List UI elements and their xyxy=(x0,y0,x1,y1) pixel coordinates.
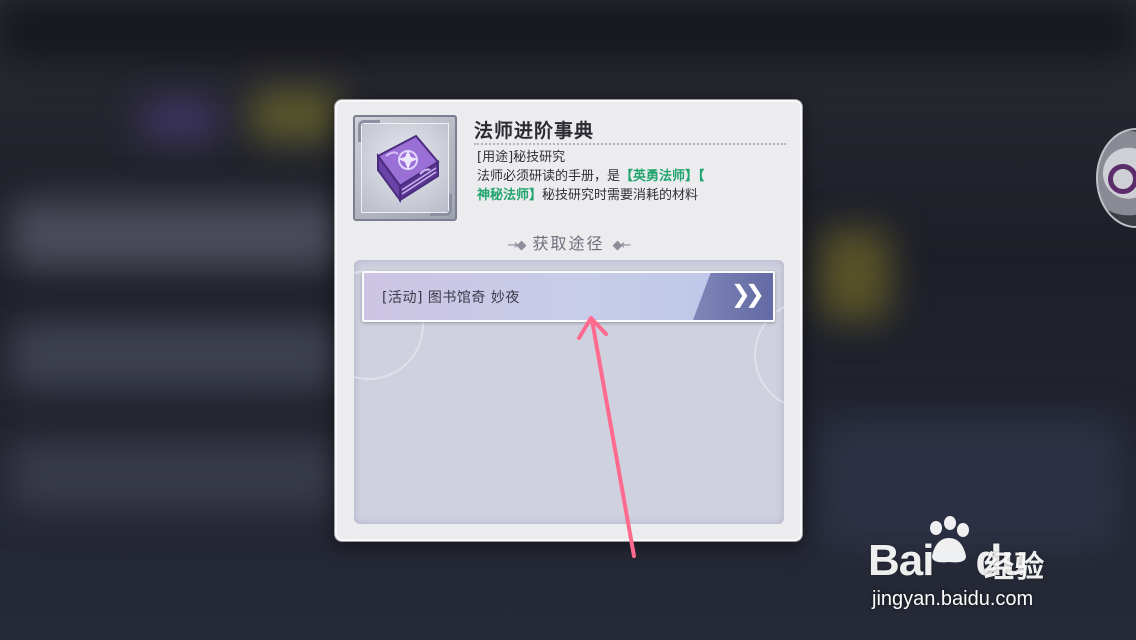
double-chevron-right-icon: ❯❯ xyxy=(730,280,765,308)
desc-suffix: 秘技研究时需要消耗的材料 xyxy=(542,188,699,203)
class-name-2: 神秘法师】 xyxy=(477,188,543,203)
sources-title: 获取途径 xyxy=(532,234,605,253)
orb-ring-icon xyxy=(1108,164,1136,194)
left-ornament-icon: →◆ xyxy=(507,238,527,253)
item-name: 法师进阶事典 xyxy=(474,120,595,142)
jingyan-label: 经验 xyxy=(984,550,1044,585)
watermark-url: jingyan.baidu.com xyxy=(872,588,1034,610)
sources-header: →◆ 获取途径 ◆← xyxy=(337,230,800,254)
desc-prefix: 法师必须研读的手册，是 xyxy=(477,169,621,184)
source-label: [活动] 图书馆奇 妙夜 xyxy=(382,290,520,306)
baidu-brand: Bai xyxy=(868,536,934,585)
sources-list: [活动] 图书馆奇 妙夜 ❯❯ xyxy=(354,260,784,524)
item-icon-frame xyxy=(353,115,457,221)
title-divider xyxy=(474,143,786,145)
item-usage: [用途]秘技研究 xyxy=(477,150,566,165)
class-name-1: 【英勇法师】【 xyxy=(620,169,705,184)
baidu-jingyan-watermark: Bai du 经验 jingyan.baidu.com xyxy=(868,516,1088,616)
purple-spellbook-icon xyxy=(376,134,440,204)
item-description: [用途]秘技研究 法师必须研读的手册，是【英勇法师】【 神秘法师】秘技研究时需要… xyxy=(477,148,777,205)
source-row-library-night[interactable]: [活动] 图书馆奇 妙夜 ❯❯ xyxy=(362,271,775,322)
right-ornament-icon: ◆← xyxy=(612,238,632,253)
go-to-source-button[interactable]: ❯❯ xyxy=(693,273,773,320)
item-info-dialog: 法师进阶事典 [用途]秘技研究 法师必须研读的手册，是【英勇法师】【 神秘法师】… xyxy=(335,100,802,541)
